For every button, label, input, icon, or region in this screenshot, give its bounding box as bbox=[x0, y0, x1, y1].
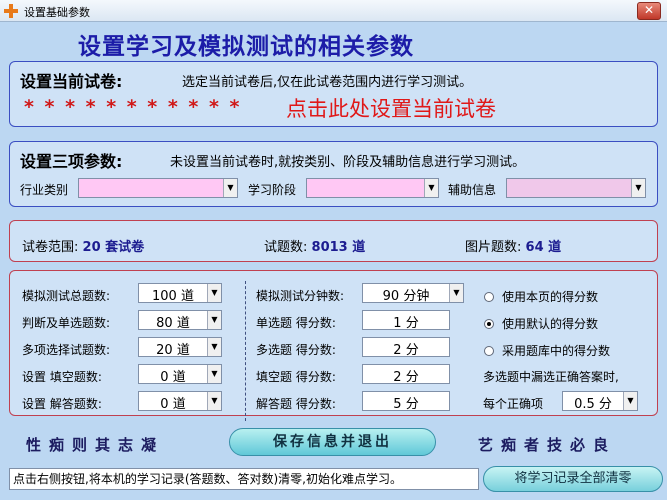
range-value: 20 套试卷 bbox=[82, 240, 145, 255]
essay-count-label: 设置 解答题数: bbox=[22, 397, 102, 411]
industry-label: 行业类别 bbox=[20, 183, 69, 197]
page-title: 设置学习及模拟测试的相关参数 bbox=[78, 34, 414, 60]
test-minutes-select[interactable]: 90 分钟 ▼ bbox=[362, 283, 464, 304]
count-label: 试题数: bbox=[264, 240, 308, 255]
three-params-label: 设置三项参数: bbox=[20, 152, 123, 171]
image-value: 64 道 bbox=[525, 240, 562, 255]
total-questions-select[interactable]: 100 道 ▼ bbox=[138, 283, 222, 304]
count-info: 试题数: 8013 道 bbox=[264, 236, 365, 255]
total-questions-value: 100 道 bbox=[152, 289, 194, 304]
range-info: 试卷范围: 20 套试卷 bbox=[22, 236, 144, 255]
stage-label: 学习阶段 bbox=[248, 183, 297, 197]
three-params-description: 未设置当前试卷时,就按类别、阶段及辅助信息进行学习测试。 bbox=[170, 155, 526, 170]
params-group: 模拟测试总题数: 100 道 ▼ 判断及单选题数: 80 道 ▼ 多项选择试题数… bbox=[9, 270, 658, 421]
save-and-exit-button[interactable]: 保存信息并退出 bbox=[229, 428, 436, 456]
radio-button-icon[interactable] bbox=[484, 346, 494, 356]
per-correct-label: 每个正确项 bbox=[483, 397, 544, 411]
essay-score-label: 解答题 得分数: bbox=[256, 397, 336, 411]
per-correct-select[interactable]: 0.5 分 ▼ bbox=[562, 391, 638, 412]
test-minutes-label: 模拟测试分钟数: bbox=[256, 289, 345, 303]
aux-info-select[interactable]: ▼ bbox=[506, 178, 646, 198]
fill-score-value: 2 分 bbox=[393, 370, 419, 385]
multi-score-value: 2 分 bbox=[393, 343, 419, 358]
single-choice-count-value: 80 道 bbox=[156, 316, 190, 331]
radio-label: 使用默认的得分数 bbox=[502, 317, 599, 331]
total-questions-label: 模拟测试总题数: bbox=[22, 289, 111, 303]
radio-label: 采用题库中的得分数 bbox=[502, 344, 611, 358]
chevron-down-icon[interactable]: ▼ bbox=[223, 179, 237, 197]
close-button[interactable]: ✕ bbox=[637, 2, 661, 20]
title-bar: 设置基础参数 ✕ bbox=[0, 0, 667, 22]
partial-answer-note: 多选题中漏选正确答案时, bbox=[483, 370, 619, 384]
current-paper-label: 设置当前试卷: bbox=[20, 72, 123, 91]
multi-score-label: 多选题 得分数: bbox=[256, 343, 336, 357]
app-cross-icon bbox=[4, 4, 18, 18]
chevron-down-icon[interactable]: ▼ bbox=[449, 284, 463, 302]
chevron-down-icon[interactable]: ▼ bbox=[207, 365, 221, 383]
column-divider bbox=[245, 281, 246, 421]
range-label: 试卷范围: bbox=[22, 240, 79, 255]
radio-label: 使用本页的得分数 bbox=[502, 290, 599, 304]
fill-blank-count-value: 0 道 bbox=[160, 370, 186, 385]
radio-button-icon[interactable] bbox=[484, 292, 494, 302]
chevron-down-icon[interactable]: ▼ bbox=[207, 338, 221, 356]
count-value: 8013 道 bbox=[311, 240, 366, 255]
aux-info-label: 辅助信息 bbox=[448, 183, 497, 197]
essay-count-select[interactable]: 0 道 ▼ bbox=[138, 391, 222, 412]
fill-blank-count-select[interactable]: 0 道 ▼ bbox=[138, 364, 222, 385]
fill-score-label: 填空题 得分数: bbox=[256, 370, 336, 384]
industry-select[interactable]: ▼ bbox=[78, 178, 238, 198]
test-minutes-value: 90 分钟 bbox=[382, 289, 430, 304]
single-score-label: 单选题 得分数: bbox=[256, 316, 336, 330]
single-score-input[interactable]: 1 分 bbox=[362, 310, 450, 331]
image-info: 图片题数: 64 道 bbox=[465, 236, 561, 255]
current-paper-description: 选定当前试卷后,仅在此试卷范围内进行学习测试。 bbox=[182, 75, 473, 90]
per-correct-value: 0.5 分 bbox=[574, 397, 612, 412]
info-group: 试卷范围: 20 套试卷 试题数: 8013 道 图片题数: 64 道 bbox=[9, 220, 658, 262]
motto-left: 性痴则其志凝 bbox=[26, 436, 165, 454]
essay-count-value: 0 道 bbox=[160, 397, 186, 412]
chevron-down-icon[interactable]: ▼ bbox=[623, 392, 637, 410]
chevron-down-icon[interactable]: ▼ bbox=[207, 392, 221, 410]
single-choice-count-label: 判断及单选题数: bbox=[22, 316, 111, 330]
image-label: 图片题数: bbox=[465, 240, 522, 255]
motto-right: 艺痴者技必良 bbox=[478, 436, 617, 454]
multi-choice-count-label: 多项选择试题数: bbox=[22, 343, 111, 357]
multi-choice-count-value: 20 道 bbox=[156, 343, 190, 358]
current-paper-group: 设置当前试卷: 选定当前试卷后,仅在此试卷范围内进行学习测试。 * * * * … bbox=[9, 61, 658, 127]
fill-score-input[interactable]: 2 分 bbox=[362, 364, 450, 385]
three-params-group: 设置三项参数: 未设置当前试卷时,就按类别、阶段及辅助信息进行学习测试。 行业类… bbox=[9, 141, 658, 207]
essay-score-input[interactable]: 5 分 bbox=[362, 391, 450, 412]
radio-use-page-score[interactable]: 使用本页的得分数 bbox=[484, 288, 598, 305]
chevron-down-icon[interactable]: ▼ bbox=[207, 311, 221, 329]
status-text: 点击右侧按钮,将本机的学习记录(答题数、答对数)清零,初始化难点学习。 bbox=[9, 468, 479, 490]
set-current-paper-link[interactable]: 点击此处设置当前试卷 bbox=[286, 93, 496, 123]
window-title: 设置基础参数 bbox=[24, 6, 90, 19]
essay-score-value: 5 分 bbox=[393, 397, 419, 412]
chevron-down-icon[interactable]: ▼ bbox=[424, 179, 438, 197]
chevron-down-icon[interactable]: ▼ bbox=[207, 284, 221, 302]
radio-use-bank-score[interactable]: 采用题库中的得分数 bbox=[484, 342, 610, 359]
clear-records-button[interactable]: 将学习记录全部清零 bbox=[483, 466, 663, 492]
radio-use-default-score[interactable]: 使用默认的得分数 bbox=[484, 315, 598, 332]
multi-score-input[interactable]: 2 分 bbox=[362, 337, 450, 358]
single-score-value: 1 分 bbox=[393, 316, 419, 331]
chevron-down-icon[interactable]: ▼ bbox=[631, 179, 645, 197]
single-choice-count-select[interactable]: 80 道 ▼ bbox=[138, 310, 222, 331]
multi-choice-count-select[interactable]: 20 道 ▼ bbox=[138, 337, 222, 358]
stage-select[interactable]: ▼ bbox=[306, 178, 439, 198]
fill-blank-count-label: 设置 填空题数: bbox=[22, 370, 102, 384]
radio-button-checked-icon[interactable] bbox=[484, 319, 494, 329]
stars-placeholder: * * * * * * * * * * * bbox=[24, 96, 242, 118]
